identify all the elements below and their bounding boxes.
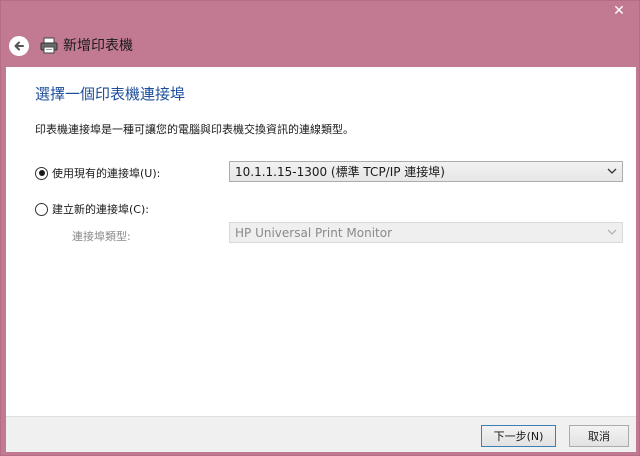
existing-port-dropdown[interactable]: 10.1.1.15-1300 (標準 TCP/IP 連接埠) [229,161,623,182]
use-existing-port-label: 使用現有的連接埠(U): [52,167,161,180]
printer-icon [40,37,58,54]
use-existing-port-radio-row[interactable]: 使用現有的連接埠(U): [35,165,160,181]
back-button[interactable] [9,36,29,56]
existing-port-value: 10.1.1.15-1300 (標準 TCP/IP 連接埠) [235,165,445,179]
port-type-dropdown: HP Universal Print Monitor [229,222,623,243]
wizard-title: 新增印表機 [63,38,133,54]
next-button[interactable]: 下一步(N) [481,425,556,447]
title-bar: ✕ [1,1,639,23]
close-button[interactable]: ✕ [605,1,633,21]
chevron-down-icon [606,226,618,238]
port-type-label: 連接埠類型: [72,230,131,243]
wizard-footer: 下一步(N) 取消 [6,416,636,452]
create-new-port-radio[interactable] [35,202,48,216]
back-arrow-icon [14,41,24,51]
close-icon: ✕ [613,3,625,19]
page-description: 印表機連接埠是一種可讓您的電腦與印表機交換資訊的連線類型。 [35,123,354,136]
create-new-port-label: 建立新的連接埠(C): [52,203,149,216]
create-new-port-radio-row[interactable]: 建立新的連接埠(C): [35,201,149,217]
wizard-header: 新增印表機 [1,23,639,67]
use-existing-port-radio[interactable] [35,166,48,180]
port-type-value: HP Universal Print Monitor [235,225,393,240]
cancel-button[interactable]: 取消 [569,425,629,447]
add-printer-window: ✕ 新增印表機 選擇一個印表機連接埠 印表機連接埠是一種可讓您的電腦與印表機交換… [0,0,640,456]
page-title: 選擇一個印表機連接埠 [35,85,186,103]
wizard-content: 選擇一個印表機連接埠 印表機連接埠是一種可讓您的電腦與印表機交換資訊的連線類型。… [6,67,636,416]
chevron-down-icon [606,165,618,177]
